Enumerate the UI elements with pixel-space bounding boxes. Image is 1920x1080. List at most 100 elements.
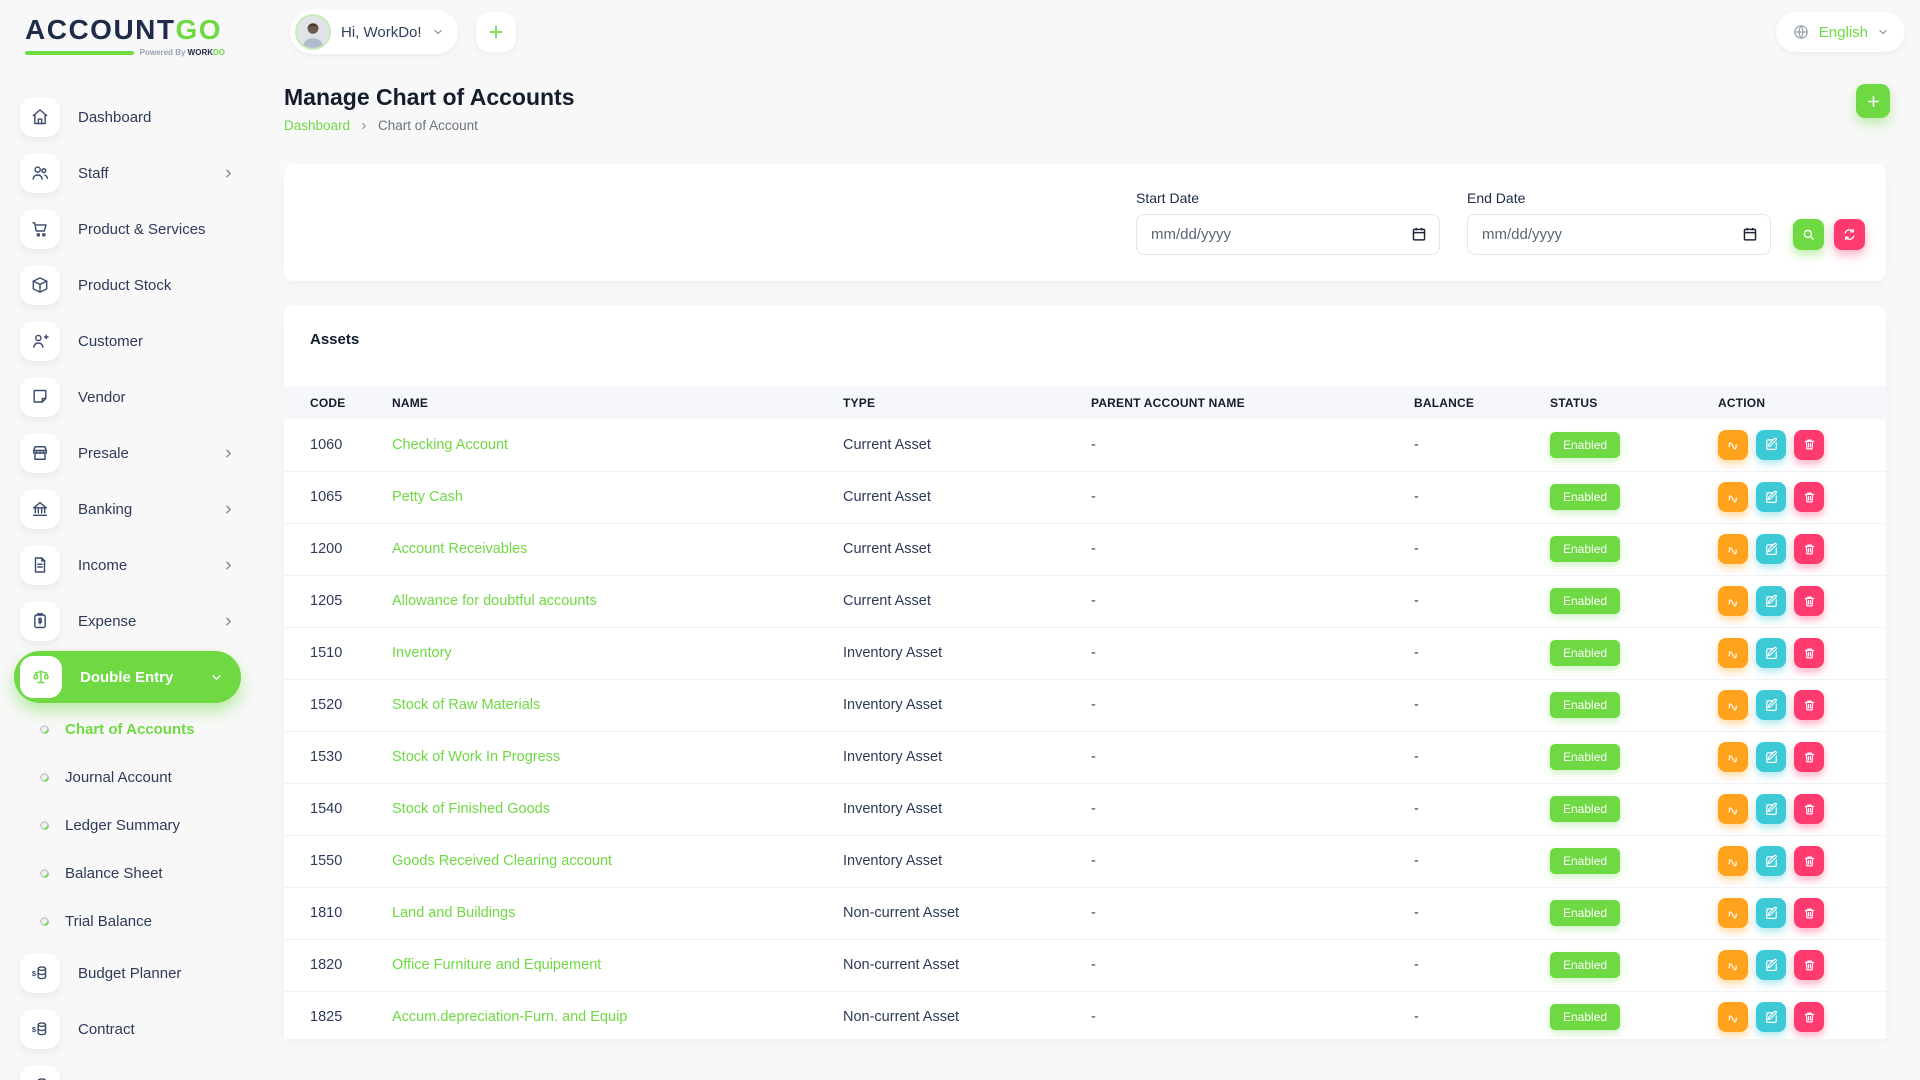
- account-name-link[interactable]: Office Furniture and Equipement: [392, 957, 601, 973]
- reset-button[interactable]: [1834, 219, 1865, 250]
- edit-button[interactable]: [1756, 586, 1786, 616]
- cell-parent-account: -: [1091, 887, 1414, 939]
- user-plus-icon: [20, 321, 60, 361]
- sidebar-item-vendor[interactable]: Vendor: [0, 369, 261, 425]
- ledger-button[interactable]: [1718, 794, 1748, 824]
- sidebar-item-dashboard[interactable]: Dashboard: [0, 89, 261, 145]
- account-name-link[interactable]: Accum.depreciation-Furn. and Equip: [392, 1009, 627, 1025]
- coins-icon: $: [20, 1065, 60, 1080]
- delete-button[interactable]: [1794, 586, 1824, 616]
- cell-type: Inventory Asset: [843, 679, 1091, 731]
- sidebar-item-product-services[interactable]: Product & Services: [0, 201, 261, 257]
- ledger-button[interactable]: [1718, 430, 1748, 460]
- edit-button[interactable]: [1756, 690, 1786, 720]
- account-name-link[interactable]: Checking Account: [392, 437, 508, 453]
- delete-button[interactable]: [1794, 430, 1824, 460]
- column-header-name: NAME: [392, 386, 843, 419]
- sidebar-item-budget-planner[interactable]: $Budget Planner: [0, 945, 261, 1001]
- ledger-button[interactable]: [1718, 482, 1748, 512]
- sidebar-subitem-balance-sheet[interactable]: Balance Sheet: [0, 849, 261, 897]
- sidebar-item-double-entry[interactable]: Double Entry: [14, 651, 241, 703]
- plus-icon: [486, 22, 506, 42]
- sidebar-item-expense[interactable]: Expense: [0, 593, 261, 649]
- edit-pencil-icon: [1764, 594, 1779, 609]
- account-name-link[interactable]: Stock of Finished Goods: [392, 801, 550, 817]
- delete-button[interactable]: [1794, 482, 1824, 512]
- account-name-link[interactable]: Stock of Work In Progress: [392, 749, 560, 765]
- delete-button[interactable]: [1794, 950, 1824, 980]
- ledger-button[interactable]: [1718, 534, 1748, 564]
- user-menu[interactable]: Hi, WorkDo!: [290, 10, 458, 54]
- sidebar-item-income[interactable]: Income: [0, 537, 261, 593]
- topbar: Hi, WorkDo! English: [261, 0, 1920, 54]
- row-actions: [1718, 430, 1856, 460]
- ledger-button[interactable]: [1718, 898, 1748, 928]
- bullet-ring-icon: [38, 867, 51, 880]
- ledger-button[interactable]: [1718, 846, 1748, 876]
- delete-button[interactable]: [1794, 1002, 1824, 1032]
- edit-button[interactable]: [1756, 898, 1786, 928]
- account-name-link[interactable]: Land and Buildings: [392, 905, 515, 921]
- account-name-link[interactable]: Allowance for doubtful accounts: [392, 593, 597, 609]
- sidebar-item-banking[interactable]: Banking: [0, 481, 261, 537]
- edit-button[interactable]: [1756, 638, 1786, 668]
- edit-pencil-icon: [1764, 750, 1779, 765]
- delete-button[interactable]: [1794, 638, 1824, 668]
- account-name-link[interactable]: Petty Cash: [392, 489, 463, 505]
- start-date-input[interactable]: [1136, 214, 1440, 255]
- cell-code: 1205: [284, 575, 392, 627]
- sidebar-item-item[interactable]: $: [0, 1057, 261, 1080]
- activity-wave-icon: [1726, 906, 1741, 921]
- row-actions: [1718, 846, 1856, 876]
- account-name-link[interactable]: Stock of Raw Materials: [392, 697, 540, 713]
- account-name-link[interactable]: Inventory: [392, 645, 452, 661]
- globe-icon: [1792, 23, 1810, 41]
- cell-type: Inventory Asset: [843, 731, 1091, 783]
- delete-button[interactable]: [1794, 898, 1824, 928]
- delete-button[interactable]: [1794, 846, 1824, 876]
- language-selector[interactable]: English: [1776, 12, 1905, 52]
- quick-add-button[interactable]: [476, 12, 516, 52]
- sidebar-item-presale[interactable]: Presale: [0, 425, 261, 481]
- sidebar-subitem-ledger-summary[interactable]: Ledger Summary: [0, 801, 261, 849]
- delete-button[interactable]: [1794, 794, 1824, 824]
- sidebar-item-staff[interactable]: Staff: [0, 145, 261, 201]
- edit-button[interactable]: [1756, 430, 1786, 460]
- breadcrumb-dashboard-link[interactable]: Dashboard: [284, 118, 350, 133]
- edit-button[interactable]: [1756, 1002, 1786, 1032]
- edit-button[interactable]: [1756, 950, 1786, 980]
- status-badge: Enabled: [1550, 900, 1620, 926]
- edit-button[interactable]: [1756, 742, 1786, 772]
- cell-type: Inventory Asset: [843, 783, 1091, 835]
- sidebar-item-contract[interactable]: $Contract: [0, 1001, 261, 1057]
- edit-button[interactable]: [1756, 534, 1786, 564]
- sidebar-subitem-trial-balance[interactable]: Trial Balance: [0, 897, 261, 945]
- sidebar-item-customer[interactable]: Customer: [0, 313, 261, 369]
- delete-button[interactable]: [1794, 534, 1824, 564]
- table-row: 1550Goods Received Clearing accountInven…: [284, 835, 1886, 887]
- sidebar-item-product-stock[interactable]: Product Stock: [0, 257, 261, 313]
- logo-underline: [25, 51, 134, 55]
- row-actions: [1718, 950, 1856, 980]
- create-account-button[interactable]: [1856, 84, 1890, 118]
- edit-button[interactable]: [1756, 482, 1786, 512]
- ledger-button[interactable]: [1718, 742, 1748, 772]
- end-date-input[interactable]: [1467, 214, 1771, 255]
- ledger-button[interactable]: [1718, 638, 1748, 668]
- ledger-button[interactable]: [1718, 950, 1748, 980]
- sidebar-subitem-chart-of-accounts[interactable]: Chart of Accounts: [0, 705, 261, 753]
- edit-button[interactable]: [1756, 794, 1786, 824]
- ledger-button[interactable]: [1718, 1002, 1748, 1032]
- ledger-button[interactable]: [1718, 690, 1748, 720]
- delete-button[interactable]: [1794, 742, 1824, 772]
- account-name-link[interactable]: Goods Received Clearing account: [392, 853, 612, 869]
- cell-parent-account: -: [1091, 627, 1414, 679]
- cell-parent-account: -: [1091, 419, 1414, 471]
- account-name-link[interactable]: Account Receivables: [392, 541, 527, 557]
- edit-button[interactable]: [1756, 846, 1786, 876]
- ledger-button[interactable]: [1718, 586, 1748, 616]
- sidebar-subitem-journal-account[interactable]: Journal Account: [0, 753, 261, 801]
- delete-button[interactable]: [1794, 690, 1824, 720]
- refresh-icon: [1842, 227, 1857, 242]
- search-button[interactable]: [1793, 219, 1824, 250]
